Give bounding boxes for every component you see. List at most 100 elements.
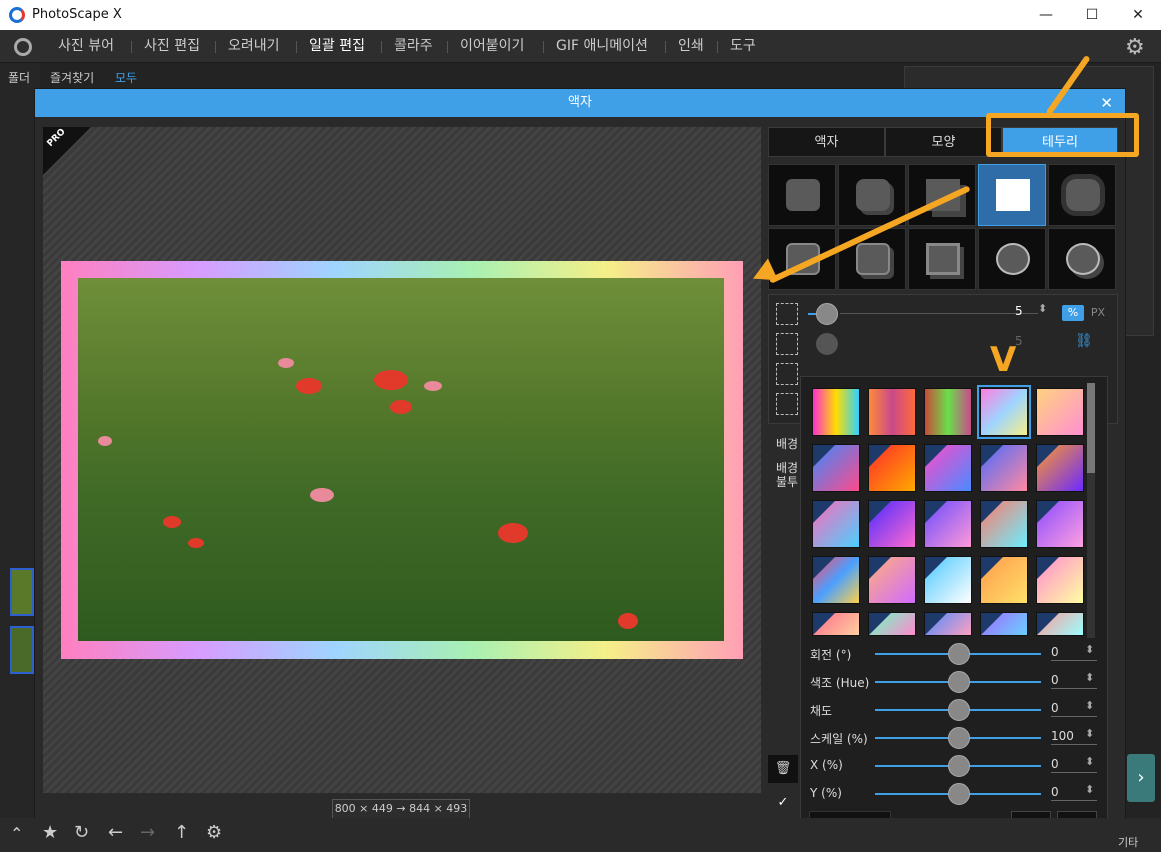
dialog-header: 액자 ✕ [35,89,1125,117]
unit-px-button[interactable]: PX [1087,305,1109,321]
adjustment-slider-knob[interactable] [948,699,970,721]
menu-collage[interactable]: 콜라주 [394,30,433,63]
gradient-swatch[interactable] [1036,388,1084,436]
gradient-swatch[interactable] [868,612,916,636]
gradient-swatch[interactable] [980,556,1028,604]
adjustment-slider-knob[interactable] [948,755,970,777]
swatch-scrollbar[interactable] [1087,383,1095,638]
home-icon[interactable] [14,38,32,56]
gradient-swatch[interactable] [868,388,916,436]
gradient-swatch[interactable] [980,444,1028,492]
up-icon[interactable]: ↑ [174,822,189,843]
hue-value[interactable]: 0 [1051,673,1097,689]
gradient-swatch[interactable] [1036,500,1084,548]
tab-folders[interactable]: 폴더 [8,69,30,86]
maximize-button[interactable]: ☐ [1069,0,1115,30]
adjustment-slider-knob[interactable] [948,727,970,749]
gradient-swatch-selected[interactable] [977,385,1031,439]
gradient-swatch[interactable] [812,612,860,636]
scale-value[interactable]: 100 [1051,729,1097,745]
adjustment-slider-track[interactable] [875,765,959,767]
close-window-button[interactable]: ✕ [1115,0,1161,30]
menu-print[interactable]: 인쇄 [678,30,704,63]
gradient-swatch[interactable] [1036,444,1084,492]
menu-tools[interactable]: 도구 [730,30,756,63]
minimize-button[interactable]: — [1023,0,1069,30]
dialog-title: 액자 [568,95,592,110]
shape-option[interactable] [908,164,976,226]
refresh-icon[interactable]: ↻ [74,822,89,843]
adjustment-slider-track[interactable] [875,737,959,739]
gradient-swatch[interactable] [812,444,860,492]
star-icon[interactable]: ★ [42,822,58,843]
settings-gear-icon[interactable]: ⚙ [1125,35,1145,60]
gradient-swatch[interactable] [980,612,1028,636]
gradient-swatch[interactable] [924,444,972,492]
shape-option-selected[interactable] [978,164,1046,226]
menu-cut-out[interactable]: 오려내기 [228,30,280,63]
gradient-swatch[interactable] [812,388,860,436]
settings-icon[interactable]: ⚙ [206,822,222,843]
x-offset-value[interactable]: 0 [1051,757,1097,773]
back-icon[interactable]: ← [108,822,123,843]
check-icon[interactable]: ✓ [768,789,798,817]
border-bottom-icon [776,393,798,415]
menu-gif-animation[interactable]: GIF 애니메이션 [556,30,648,63]
gradient-swatch[interactable] [1036,556,1084,604]
thumbnail[interactable] [10,568,34,616]
tab-frame[interactable]: 액자 [768,127,885,157]
etc-label[interactable]: 기타 [1118,834,1138,850]
gradient-swatch[interactable] [812,500,860,548]
gradient-swatch[interactable] [924,556,972,604]
tab-shape[interactable]: 모양 [885,127,1002,157]
thumbnail[interactable] [10,626,34,674]
gradient-swatch[interactable] [868,444,916,492]
gradient-swatch[interactable] [924,500,972,548]
unit-percent-button[interactable]: % [1062,305,1084,321]
gradient-swatch[interactable] [812,556,860,604]
adjustment-slider-knob[interactable] [948,643,970,665]
gradient-swatch[interactable] [980,500,1028,548]
tab-favorites[interactable]: 즐겨찾기 [50,69,94,86]
y-offset-value[interactable]: 0 [1051,785,1097,801]
pro-badge-icon [813,501,835,523]
delete-icon[interactable]: 🗑 [768,755,798,783]
border-size-stepper-icon[interactable]: ⬍ [1038,302,1047,315]
shape-option[interactable] [1048,164,1116,226]
shape-option[interactable] [768,228,836,290]
shape-option[interactable] [838,228,906,290]
border-slider-knob-disabled [816,333,838,355]
rotation-value[interactable]: 0 [1051,645,1097,661]
menu-photo-edit[interactable]: 사진 편집 [144,30,200,63]
border-size-value[interactable]: 5 [1015,304,1023,318]
shape-option[interactable] [908,228,976,290]
gradient-swatch[interactable] [868,500,916,548]
gradient-swatch[interactable] [1036,612,1084,636]
gradient-swatch[interactable] [868,556,916,604]
gradient-swatch[interactable] [924,612,972,636]
border-slider-knob[interactable] [816,303,838,325]
adjustment-slider-knob[interactable] [948,783,970,805]
adjustment-slider-track[interactable] [875,653,959,655]
gradient-swatch[interactable] [924,388,972,436]
tab-all[interactable]: 모두 [115,69,137,86]
rainbow-border-frame [61,261,743,659]
shape-option[interactable] [768,164,836,226]
adjustment-slider-track[interactable] [875,793,959,795]
menu-batch-edit[interactable]: 일괄 편집 [309,30,365,63]
adjustment-slider-track[interactable] [875,681,959,683]
link-icon[interactable]: ⛓ [1075,333,1093,349]
forward-icon[interactable]: → [140,822,155,843]
app-window: PhotoScape X — ☐ ✕ 사진 뷰어 사진 편집 오려내기 일괄 편… [0,0,1161,852]
shape-option[interactable] [978,228,1046,290]
adjustment-slider-track[interactable] [875,709,959,711]
saturation-value[interactable]: 0 [1051,701,1097,717]
shape-option[interactable] [1048,228,1116,290]
menu-photo-viewer[interactable]: 사진 뷰어 [58,30,114,63]
shape-option[interactable] [838,164,906,226]
app-title: PhotoScape X [32,7,122,22]
menu-combine[interactable]: 이어붙이기 [460,30,524,63]
next-arrow-icon[interactable]: › [1127,754,1155,802]
collapse-icon[interactable]: ⌃ [10,824,23,843]
adjustment-slider-knob[interactable] [948,671,970,693]
